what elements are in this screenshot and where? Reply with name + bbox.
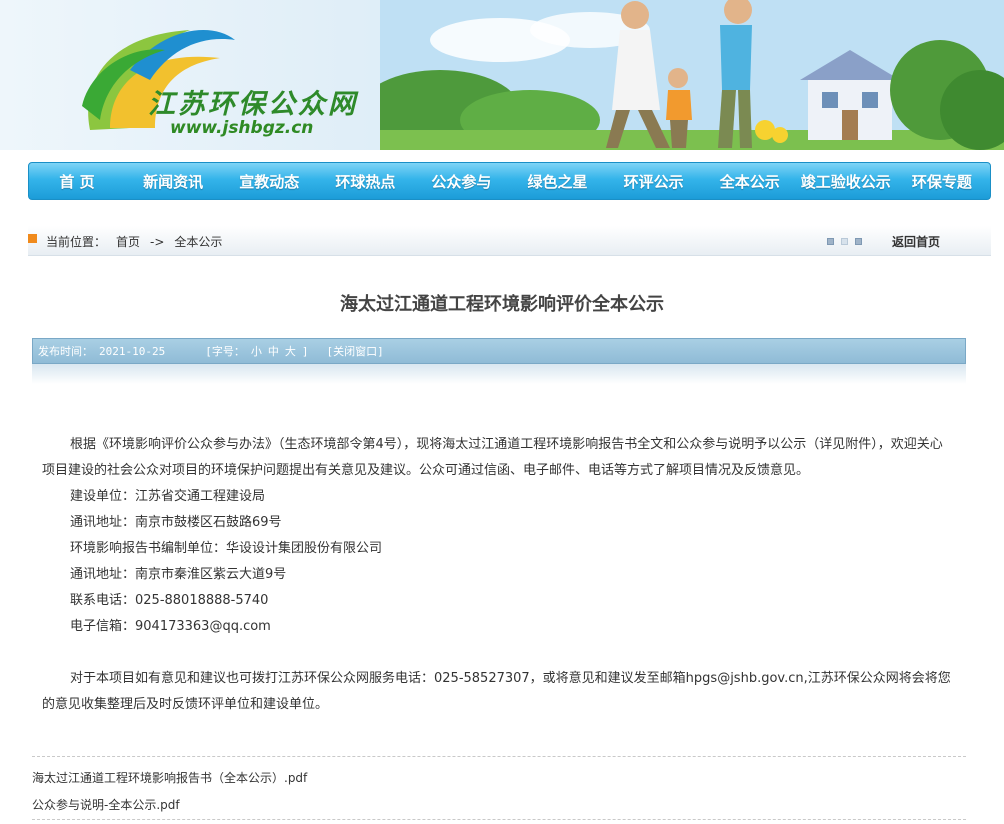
nav-item-global[interactable]: 环球热点 bbox=[317, 171, 413, 192]
nav-item-completion-notice[interactable]: 竣工验收公示 bbox=[798, 171, 894, 192]
site-url: www.jshbgz.cn bbox=[170, 118, 314, 138]
attachment-link-report[interactable]: 海太过江通道工程环境影响报告书（全本公示）.pdf bbox=[32, 769, 307, 786]
main-nav: 首 页 新闻资讯 宣教动态 环球热点 公众参与 绿色之星 环评公示 全本公示 竣… bbox=[28, 162, 991, 200]
info-line-builder: 建设单位：江苏省交通工程建设局 bbox=[70, 489, 266, 504]
font-size-large-button[interactable]: 大 bbox=[285, 343, 296, 359]
close-window-button[interactable]: [关闭窗口] bbox=[326, 343, 383, 359]
breadcrumb-marker-icon bbox=[28, 234, 37, 243]
breadcrumb-separator: -> bbox=[150, 235, 165, 249]
breadcrumb-path: 当前位置： 首页 -> 全本公示 bbox=[46, 233, 232, 250]
attachments-divider-bottom bbox=[32, 819, 966, 820]
dot-icon bbox=[841, 238, 848, 245]
article-meta-bar: 发布时间： 2021-10-25 [字号： 小 中 大 ] [关闭窗口] bbox=[32, 338, 966, 364]
article-body: 根据《环境影响评价公众参与办法》（生态环境部令第4号），现将海太过江通道工程环境… bbox=[42, 432, 952, 718]
font-size-label: [字号： bbox=[205, 345, 245, 358]
breadcrumb-current[interactable]: 全本公示 bbox=[174, 235, 222, 249]
breadcrumb: 当前位置： 首页 -> 全本公示 返回首页 bbox=[28, 226, 991, 256]
nav-item-public-participation[interactable]: 公众参与 bbox=[413, 171, 509, 192]
back-home-link[interactable]: 返回首页 bbox=[892, 233, 940, 250]
font-size-medium-button[interactable]: 中 bbox=[268, 343, 279, 359]
breadcrumb-dots bbox=[827, 238, 862, 245]
font-size-end: ] bbox=[301, 344, 309, 358]
breadcrumb-home-link[interactable]: 首页 bbox=[116, 235, 140, 249]
info-line-builder-address: 通讯地址：南京市鼓楼区石鼓路69号 bbox=[70, 515, 282, 530]
nav-item-green-star[interactable]: 绿色之星 bbox=[509, 171, 605, 192]
font-size-small-button[interactable]: 小 bbox=[251, 343, 262, 359]
nav-item-home[interactable]: 首 页 bbox=[29, 171, 125, 192]
breadcrumb-label: 当前位置： bbox=[46, 235, 107, 249]
article-title: 海太过江通道工程环境影响评价全本公示 bbox=[340, 294, 664, 315]
nav-item-topics[interactable]: 环保专题 bbox=[894, 171, 990, 192]
dot-icon bbox=[855, 238, 862, 245]
nav-item-news[interactable]: 新闻资讯 bbox=[125, 171, 221, 192]
info-line-report-author: 环境影响报告书编制单位：华设设计集团股份有限公司 bbox=[70, 541, 383, 556]
banner-scene-image bbox=[380, 0, 1004, 150]
article-closing-paragraph: 对于本项目如有意见和建议也可拨打江苏环保公众网服务电话：025-58527307… bbox=[42, 671, 951, 712]
info-line-email: 电子信箱：904173363@qq.com bbox=[70, 619, 271, 634]
site-name: 江苏环保公众网 bbox=[148, 89, 358, 120]
publish-date: 2021-10-25 bbox=[99, 344, 166, 358]
publish-label: 发布时间： bbox=[38, 345, 93, 358]
nav-item-eia-notice[interactable]: 环评公示 bbox=[606, 171, 702, 192]
attachment-link-participation[interactable]: 公众参与说明-全本公示.pdf bbox=[32, 796, 180, 813]
article-intro-paragraph: 根据《环境影响评价公众参与办法》（生态环境部令第4号），现将海太过江通道工程环境… bbox=[42, 437, 943, 478]
dot-icon bbox=[827, 238, 834, 245]
meta-bar-shadow bbox=[32, 364, 966, 384]
nav-item-education[interactable]: 宣教动态 bbox=[221, 171, 317, 192]
attachments-divider-top bbox=[32, 756, 966, 757]
info-line-author-address: 通讯地址：南京市秦淮区紫云大道9号 bbox=[70, 567, 287, 582]
site-banner: 江苏环保公众网 www.jshbgz.cn bbox=[0, 0, 1004, 150]
nav-item-full-notice[interactable]: 全本公示 bbox=[702, 171, 798, 192]
info-line-phone: 联系电话：025-88018888-5740 bbox=[70, 593, 269, 608]
